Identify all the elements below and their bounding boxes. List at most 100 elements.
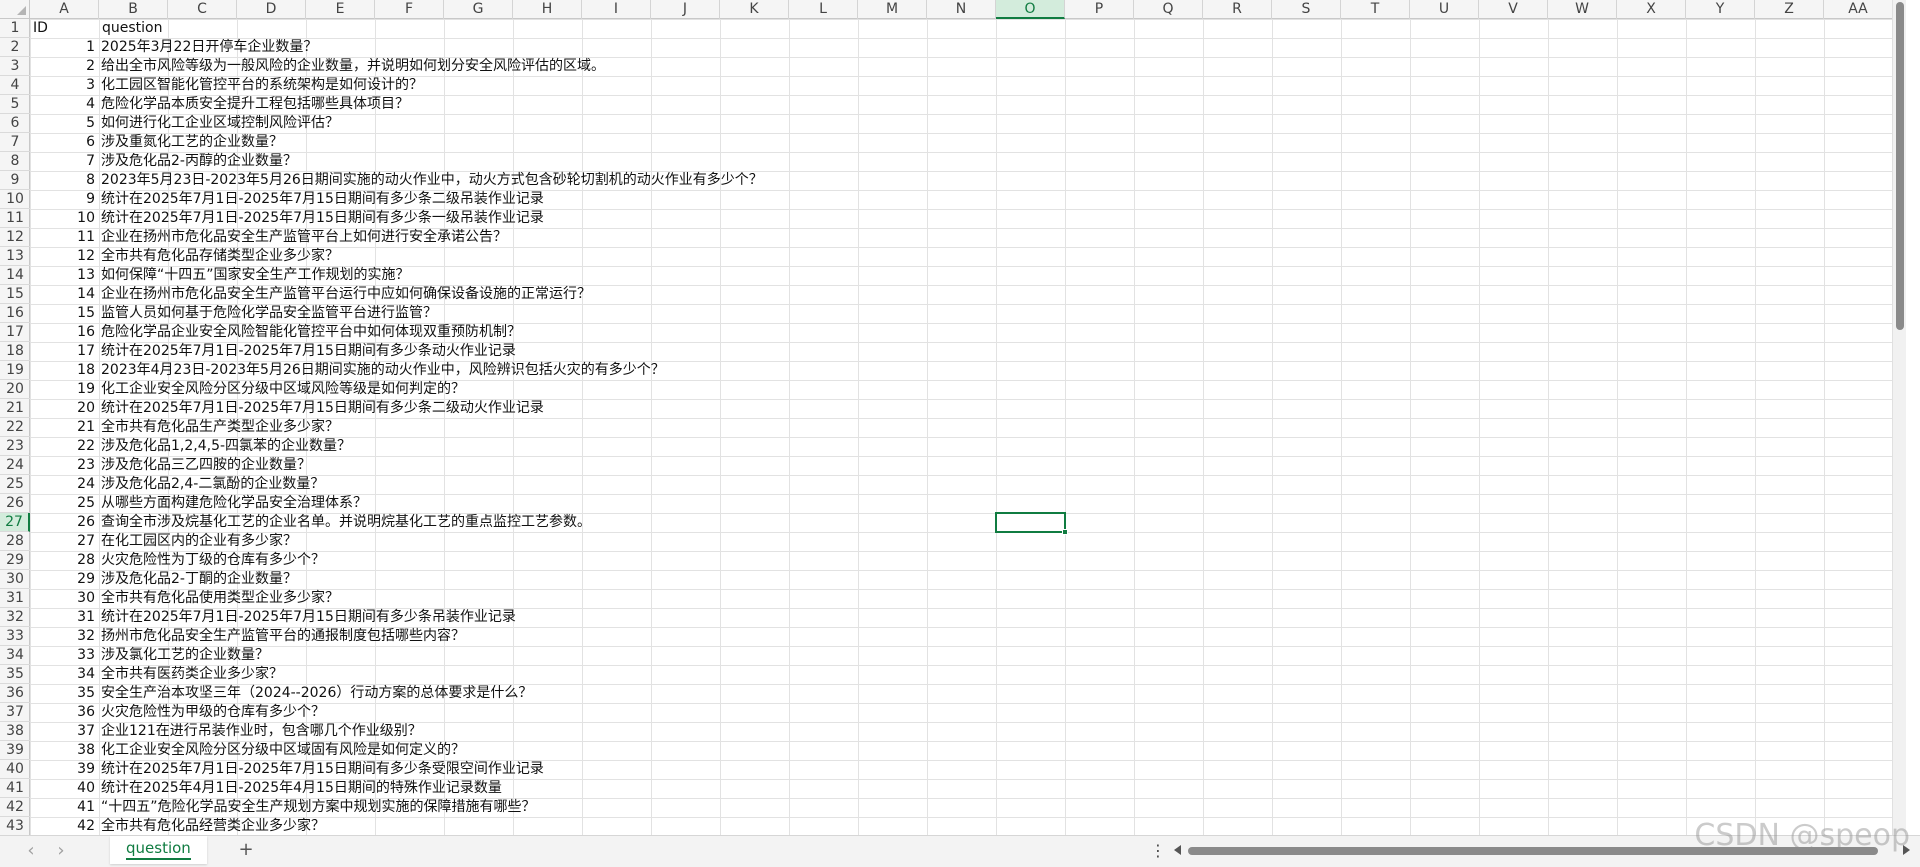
row-header-19[interactable]: 19 xyxy=(0,361,30,380)
table-row-question-cell[interactable]: 如何进行化工企业区域控制风险评估？ xyxy=(101,114,339,133)
row-header-5[interactable]: 5 xyxy=(0,95,30,114)
row-header-4[interactable]: 4 xyxy=(0,76,30,95)
row-header-32[interactable]: 32 xyxy=(0,608,30,627)
table-row-id-cell[interactable]: 23 xyxy=(30,456,95,475)
row-header-26[interactable]: 26 xyxy=(0,494,30,513)
table-row-question-cell[interactable]: 统计在2025年7月1日-2025年7月15日期间有多少条一级吊装作业记录 xyxy=(101,209,544,228)
table-row-id-cell[interactable]: 13 xyxy=(30,266,95,285)
row-header-36[interactable]: 36 xyxy=(0,684,30,703)
table-row-question-cell[interactable]: 2023年4月23日-2023年5月26日期间实施的动火作业中，风险辨识包括火灾… xyxy=(101,361,665,380)
row-header-12[interactable]: 12 xyxy=(0,228,30,247)
table-row-question-cell[interactable]: 企业121在进行吊装作业时，包含哪几个作业级别？ xyxy=(101,722,422,741)
table-row-id-cell[interactable]: 12 xyxy=(30,247,95,266)
table-row-question-cell[interactable]: 统计在2025年4月1日-2025年4月15日期间的特殊作业记录数量 xyxy=(101,779,502,798)
row-header-25[interactable]: 25 xyxy=(0,475,30,494)
table-row-id-cell[interactable]: 34 xyxy=(30,665,95,684)
table-row-id-cell[interactable]: 31 xyxy=(30,608,95,627)
table-row-id-cell[interactable]: 9 xyxy=(30,190,95,209)
row-header-37[interactable]: 37 xyxy=(0,703,30,722)
row-header-11[interactable]: 11 xyxy=(0,209,30,228)
row-header-14[interactable]: 14 xyxy=(0,266,30,285)
table-row-question-cell[interactable]: 统计在2025年7月1日-2025年7月15日期间有多少条受限空间作业记录 xyxy=(101,760,544,779)
column-header-V[interactable]: V xyxy=(1479,0,1548,19)
table-row-question-cell[interactable]: “十四五”危险化学品安全生产规划方案中规划实施的保障措施有哪些？ xyxy=(101,798,536,817)
table-row-question-cell[interactable]: 在化工园区内的企业有多少家？ xyxy=(101,532,297,551)
column-header-I[interactable]: I xyxy=(582,0,651,19)
column-header-Z[interactable]: Z xyxy=(1755,0,1824,19)
row-header-6[interactable]: 6 xyxy=(0,114,30,133)
vertical-scroll-thumb[interactable] xyxy=(1896,2,1904,330)
table-row-id-cell[interactable]: 2 xyxy=(30,57,95,76)
column-header-K[interactable]: K xyxy=(720,0,789,19)
table-row-id-cell[interactable]: 26 xyxy=(30,513,95,532)
table-row-id-cell[interactable]: 32 xyxy=(30,627,95,646)
table-row-id-cell[interactable]: 21 xyxy=(30,418,95,437)
fill-handle[interactable] xyxy=(1062,529,1068,535)
table-row-id-cell[interactable]: 5 xyxy=(30,114,95,133)
table-row-question-cell[interactable]: 全市共有危化品存储类型企业多少家？ xyxy=(101,247,339,266)
table-row-question-cell[interactable]: 涉及危化品2-丙醇的企业数量？ xyxy=(101,152,297,171)
column-header-O[interactable]: O xyxy=(996,0,1065,19)
row-header-7[interactable]: 7 xyxy=(0,133,30,152)
table-row-question-cell[interactable]: 火灾危险性为甲级的仓库有多少个？ xyxy=(101,703,325,722)
row-header-41[interactable]: 41 xyxy=(0,779,30,798)
table-row-question-cell[interactable]: 安全生产治本攻坚三年（2024--2026）行动方案的总体要求是什么？ xyxy=(101,684,532,703)
row-header-34[interactable]: 34 xyxy=(0,646,30,665)
cell-area[interactable]: ID question 1 2025年3月22日开停车企业数量？ 2 给出全市风险等级为一… xyxy=(30,19,1906,835)
column-header-N[interactable]: N xyxy=(927,0,996,19)
table-row-id-cell[interactable]: 22 xyxy=(30,437,95,456)
column-header-D[interactable]: D xyxy=(237,0,306,19)
horizontal-scrollbar[interactable] xyxy=(1172,845,1912,857)
prev-sheet-chevron-left-icon[interactable]: ‹ xyxy=(22,842,40,860)
table-row-id-cell[interactable]: 24 xyxy=(30,475,95,494)
table-row-question-cell[interactable]: 全市共有危化品经营类企业多少家？ xyxy=(101,817,325,835)
sheet-tab-question[interactable]: question xyxy=(110,836,207,864)
table-row-id-cell[interactable]: 10 xyxy=(30,209,95,228)
row-header-21[interactable]: 21 xyxy=(0,399,30,418)
table-row-question-cell[interactable]: 企业在扬州市危化品安全生产监管平台上如何进行安全承诺公告？ xyxy=(101,228,507,247)
row-header-1[interactable]: 1 xyxy=(0,19,30,38)
row-header-30[interactable]: 30 xyxy=(0,570,30,589)
table-row-id-cell[interactable]: 42 xyxy=(30,817,95,835)
table-row-id-cell[interactable]: 36 xyxy=(30,703,95,722)
table-row-question-cell[interactable]: 2023年5月23日-2023年5月26日期间实施的动火作业中，动火方式包含砂轮… xyxy=(101,171,763,190)
column-header-S[interactable]: S xyxy=(1272,0,1341,19)
column-header-H[interactable]: H xyxy=(513,0,582,19)
table-row-id-cell[interactable]: 17 xyxy=(30,342,95,361)
table-row-question-cell[interactable]: 监管人员如何基于危险化学品安全监管平台进行监管？ xyxy=(101,304,437,323)
row-header-17[interactable]: 17 xyxy=(0,323,30,342)
column-header-X[interactable]: X xyxy=(1617,0,1686,19)
row-header-38[interactable]: 38 xyxy=(0,722,30,741)
table-row-question-cell[interactable]: 查询全市涉及烷基化工艺的企业名单。并说明烷基化工艺的重点监控工艺参数。 xyxy=(101,513,591,532)
table-row-question-cell[interactable]: 涉及重氮化工艺的企业数量？ xyxy=(101,133,283,152)
column-header-L[interactable]: L xyxy=(789,0,858,19)
table-row-question-cell[interactable]: 从哪些方面构建危险化学品安全治理体系？ xyxy=(101,494,367,513)
table-row-question-cell[interactable]: 化工园区智能化管控平台的系统架构是如何设计的？ xyxy=(101,76,423,95)
row-header-3[interactable]: 3 xyxy=(0,57,30,76)
table-row-id-cell[interactable]: 35 xyxy=(30,684,95,703)
column-header-U[interactable]: U xyxy=(1410,0,1479,19)
header-cell-id[interactable]: ID xyxy=(33,19,93,38)
table-row-question-cell[interactable]: 扬州市危化品安全生产监管平台的通报制度包括哪些内容？ xyxy=(101,627,465,646)
table-row-id-cell[interactable]: 15 xyxy=(30,304,95,323)
table-row-id-cell[interactable]: 29 xyxy=(30,570,95,589)
row-header-35[interactable]: 35 xyxy=(0,665,30,684)
row-header-28[interactable]: 28 xyxy=(0,532,30,551)
row-header-23[interactable]: 23 xyxy=(0,437,30,456)
row-header-31[interactable]: 31 xyxy=(0,589,30,608)
table-row-id-cell[interactable]: 39 xyxy=(30,760,95,779)
row-header-40[interactable]: 40 xyxy=(0,760,30,779)
table-row-question-cell[interactable]: 化工企业安全风险分区分级中区域风险等级是如何判定的？ xyxy=(101,380,465,399)
row-header-20[interactable]: 20 xyxy=(0,380,30,399)
column-header-J[interactable]: J xyxy=(651,0,720,19)
table-row-id-cell[interactable]: 38 xyxy=(30,741,95,760)
vertical-scrollbar[interactable] xyxy=(1892,0,1906,835)
table-row-question-cell[interactable]: 给出全市风险等级为一般风险的企业数量，并说明如何划分安全风险评估的区域。 xyxy=(101,57,605,76)
table-row-id-cell[interactable]: 16 xyxy=(30,323,95,342)
table-row-question-cell[interactable]: 火灾危险性为丁级的仓库有多少个？ xyxy=(101,551,325,570)
column-header-R[interactable]: R xyxy=(1203,0,1272,19)
table-row-id-cell[interactable]: 28 xyxy=(30,551,95,570)
column-header-T[interactable]: T xyxy=(1341,0,1410,19)
row-header-18[interactable]: 18 xyxy=(0,342,30,361)
table-row-question-cell[interactable]: 企业在扬州市危化品安全生产监管平台运行中应如何确保设备设施的正常运行？ xyxy=(101,285,591,304)
